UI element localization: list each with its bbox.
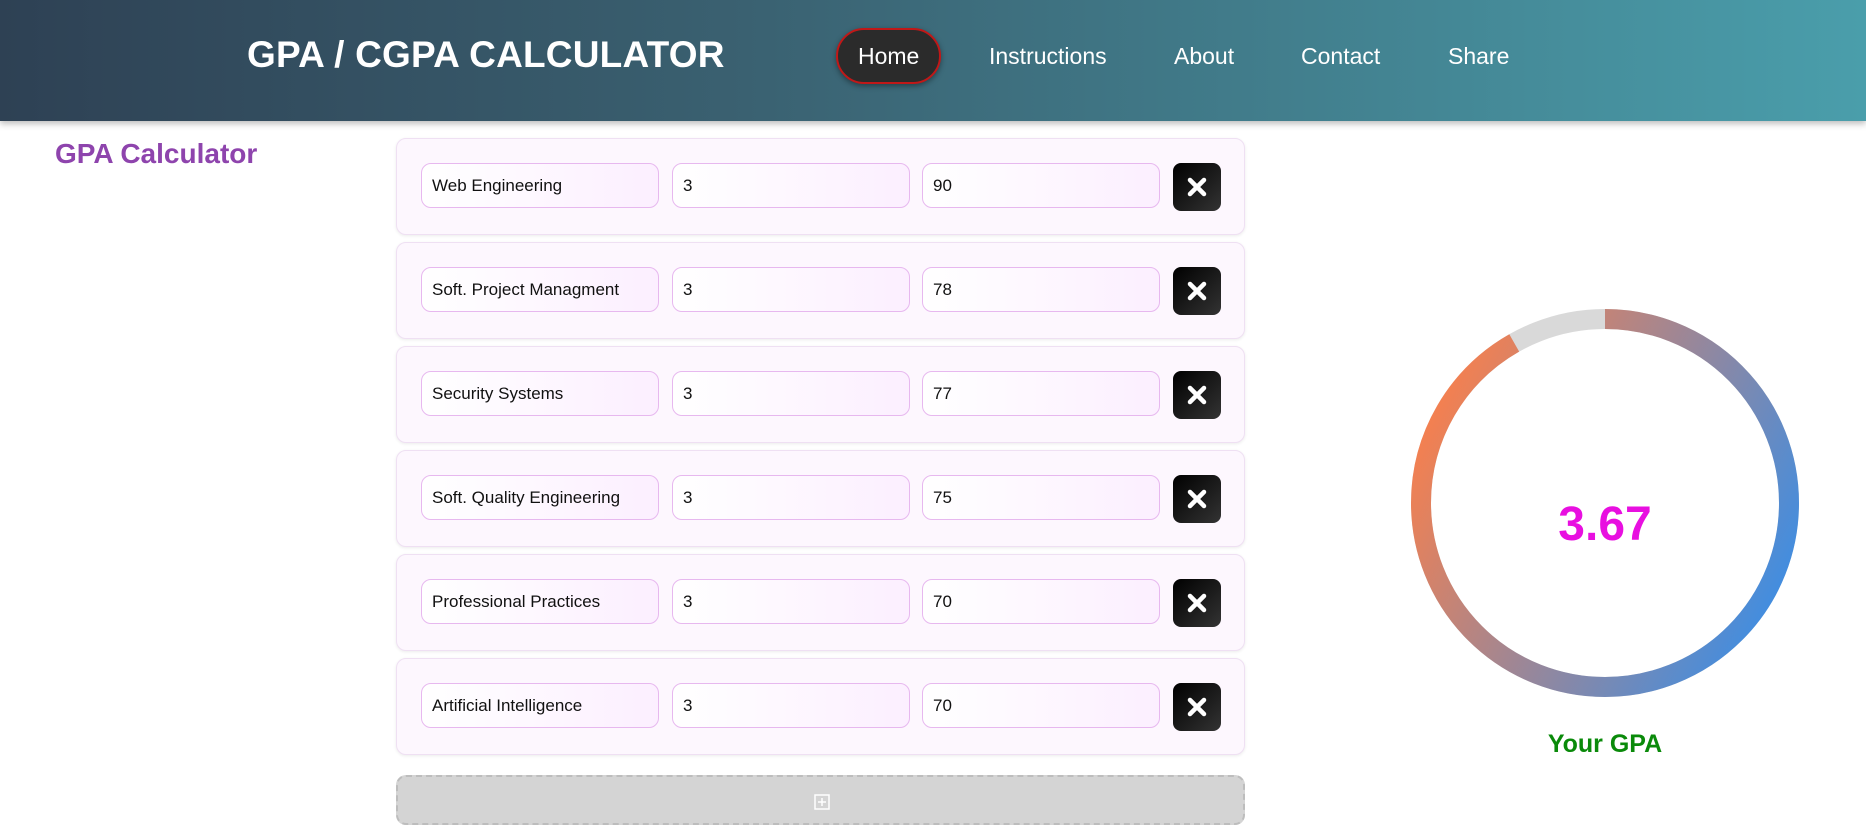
- remove-course-button[interactable]: [1173, 475, 1221, 523]
- course-name-input[interactable]: [421, 371, 659, 416]
- credit-hours-input[interactable]: [672, 475, 910, 520]
- remove-course-button[interactable]: [1173, 683, 1221, 731]
- remove-course-button[interactable]: [1173, 579, 1221, 627]
- nav-share[interactable]: Share: [1448, 28, 1509, 84]
- course-row: [396, 554, 1245, 651]
- close-icon: [1187, 385, 1207, 405]
- close-icon: [1187, 489, 1207, 509]
- gpa-label: Your GPA: [1547, 730, 1663, 758]
- page-title: GPA Calculator: [55, 138, 258, 169]
- close-icon: [1187, 697, 1207, 717]
- course-name-input[interactable]: [421, 267, 659, 312]
- course-name-input[interactable]: [421, 683, 659, 728]
- close-icon: [1187, 593, 1207, 613]
- marks-input[interactable]: [922, 267, 1160, 312]
- close-icon: [1187, 177, 1207, 197]
- nav-about[interactable]: About: [1174, 28, 1234, 84]
- remove-course-button[interactable]: [1173, 371, 1221, 419]
- marks-input[interactable]: [922, 371, 1160, 416]
- brand-title: GPA / CGPA CALCULATOR: [247, 34, 725, 75]
- course-row: [396, 450, 1245, 547]
- credit-hours-input[interactable]: [672, 371, 910, 416]
- course-name-input[interactable]: [421, 579, 659, 624]
- marks-input[interactable]: [922, 683, 1160, 728]
- app-header: GPA / CGPA CALCULATOR Home Instructions …: [0, 0, 1866, 121]
- course-name-input[interactable]: [421, 163, 659, 208]
- course-row: [396, 658, 1245, 755]
- nav-home[interactable]: Home: [836, 28, 942, 84]
- credit-hours-input[interactable]: [672, 267, 910, 312]
- marks-input[interactable]: [922, 475, 1160, 520]
- nav-instructions[interactable]: Instructions: [989, 28, 1107, 84]
- course-row: [396, 138, 1245, 235]
- plus-icon: [814, 794, 830, 810]
- nav-contact[interactable]: Contact: [1301, 28, 1380, 84]
- remove-course-button[interactable]: [1173, 267, 1221, 315]
- course-row: [396, 242, 1245, 339]
- credit-hours-input[interactable]: [672, 163, 910, 208]
- credit-hours-input[interactable]: [672, 683, 910, 728]
- add-course-button[interactable]: [396, 775, 1245, 825]
- credit-hours-input[interactable]: [672, 579, 910, 624]
- remove-course-button[interactable]: [1173, 163, 1221, 211]
- marks-input[interactable]: [922, 163, 1160, 208]
- course-name-input[interactable]: [421, 475, 659, 520]
- course-row: [396, 346, 1245, 443]
- gpa-value: 3.67: [1558, 498, 1652, 551]
- close-icon: [1187, 281, 1207, 301]
- marks-input[interactable]: [922, 579, 1160, 624]
